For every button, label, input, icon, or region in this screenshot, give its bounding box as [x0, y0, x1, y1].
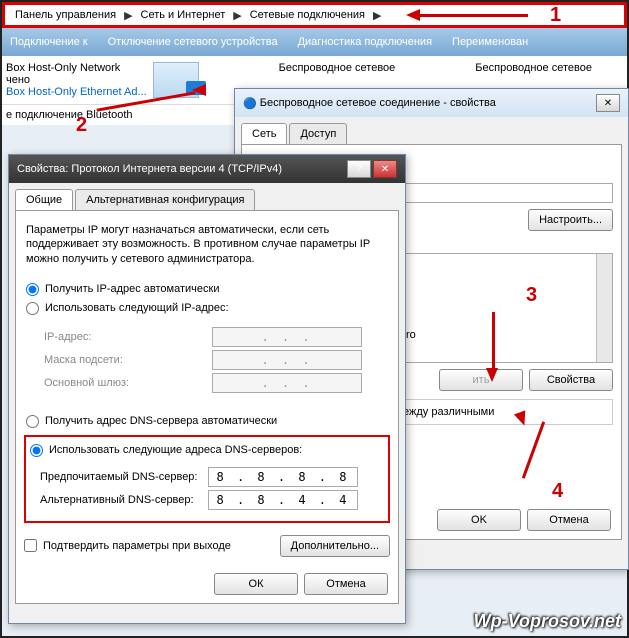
gateway-input: . . .: [212, 373, 362, 393]
info-paragraph: Параметры IP могут назначаться автоматич…: [24, 219, 390, 276]
radio-input[interactable]: [26, 283, 39, 296]
breadcrumb-item[interactable]: Панель управления: [9, 9, 122, 21]
radio-auto-dns[interactable]: Получить адрес DNS-сервера автоматически: [26, 412, 390, 431]
alternate-dns-label: Альтернативный DNS-сервер:: [40, 494, 200, 506]
toolbar-item[interactable]: Диагностика подключения: [298, 36, 432, 48]
radio-manual-ip[interactable]: Использовать следующий IP-адрес:: [26, 299, 390, 318]
tabs: Сеть Доступ: [235, 117, 628, 144]
close-button[interactable]: ✕: [373, 160, 397, 178]
ok-button[interactable]: ОК: [214, 573, 298, 595]
tab-content: Параметры IP могут назначаться автоматич…: [15, 210, 399, 604]
chevron-right-icon: ▶: [122, 9, 134, 22]
annotation-arrow: [492, 312, 495, 372]
annotation-arrow: [418, 14, 528, 17]
dialog-titlebar[interactable]: 🔵 Беспроводное сетевое соединение - свой…: [235, 89, 628, 117]
gateway-label: Основной шлюз:: [44, 377, 204, 389]
connection-item[interactable]: Box Host-Only Network чено Box Host-Only…: [6, 62, 199, 98]
radio-auto-ip[interactable]: Получить IP-адрес автоматически: [26, 280, 390, 299]
radio-input[interactable]: [30, 444, 43, 457]
preferred-dns-input[interactable]: 8 . 8 . 8 . 8: [208, 467, 358, 487]
arrow-left-icon: [406, 9, 420, 21]
advanced-button[interactable]: Дополнительно...: [280, 535, 390, 557]
dialog-title: Беспроводное сетевое соединение - свойст…: [260, 97, 496, 109]
annotation-number: 1: [550, 4, 561, 27]
connection-name: Беспроводное сетевое: [279, 62, 396, 74]
dialog-titlebar[interactable]: Свойства: Протокол Интернета версии 4 (T…: [9, 155, 405, 183]
validate-label: Подтвердить параметры при выходе: [43, 540, 231, 552]
toolbar-item[interactable]: Подключение к: [10, 36, 88, 48]
annotation-number: 4: [552, 480, 563, 503]
toolbar-item[interactable]: Отключение сетевого устройства: [108, 36, 278, 48]
connection-adapter: Box Host-Only Ethernet Ad...: [6, 86, 147, 98]
cancel-button[interactable]: Отмена: [304, 573, 388, 595]
breadcrumb-bar[interactable]: Панель управления▶ Сеть и Интернет▶ Сете…: [2, 2, 627, 28]
properties-button[interactable]: Свойства: [529, 369, 613, 391]
ok-button[interactable]: OK: [437, 509, 521, 531]
chevron-right-icon: ▶: [371, 9, 383, 22]
toolbar-item[interactable]: Переименован: [452, 36, 528, 48]
configure-button[interactable]: Настроить...: [528, 209, 613, 231]
tab-access[interactable]: Доступ: [289, 123, 347, 144]
cancel-button[interactable]: Отмена: [527, 509, 611, 531]
breadcrumb-item[interactable]: Сетевые подключения: [244, 9, 371, 21]
shield-icon: 🔵: [243, 97, 257, 110]
dialog-title: Свойства: Протокол Интернета версии 4 (T…: [17, 163, 282, 175]
tab-alt-config[interactable]: Альтернативная конфигурация: [75, 189, 255, 210]
subnet-label: Маска подсети:: [44, 354, 204, 366]
ipv4-properties-dialog: Свойства: Протокол Интернета версии 4 (T…: [8, 154, 406, 624]
tab-general[interactable]: Общие: [15, 189, 73, 210]
chevron-right-icon: ▶: [231, 9, 243, 22]
annotation-number: 2: [76, 114, 87, 137]
connection-name: Беспроводное сетевое: [475, 62, 592, 74]
annotation-number: 3: [526, 284, 537, 307]
close-button[interactable]: ✕: [596, 94, 620, 112]
radio-manual-dns[interactable]: Использовать следующие адреса DNS-сервер…: [30, 441, 384, 460]
radio-input[interactable]: [26, 302, 39, 315]
validate-checkbox[interactable]: [24, 539, 37, 552]
radio-input[interactable]: [26, 415, 39, 428]
breadcrumb-item[interactable]: Сеть и Интернет: [135, 9, 232, 21]
help-button[interactable]: ?: [347, 160, 371, 178]
ip-address-label: IP-адрес:: [44, 331, 204, 343]
arrow-down-icon: [486, 368, 498, 382]
subnet-input: . . .: [212, 350, 362, 370]
scrollbar[interactable]: [596, 254, 612, 362]
alternate-dns-input[interactable]: 8 . 8 . 4 . 4: [208, 490, 358, 510]
tab-network[interactable]: Сеть: [241, 123, 287, 144]
command-bar: Подключение к Отключение сетевого устрой…: [2, 28, 627, 56]
install-button[interactable]: ить: [439, 369, 523, 391]
connection-name: Box Host-Only Network: [6, 62, 147, 74]
ip-address-input: . . .: [212, 327, 362, 347]
arrow-right-icon: [192, 84, 206, 96]
preferred-dns-label: Предпочитаемый DNS-сервер:: [40, 471, 200, 483]
tabs: Общие Альтернативная конфигурация: [9, 183, 405, 210]
connection-status: чено: [6, 74, 147, 86]
dns-section-highlight: Использовать следующие адреса DNS-сервер…: [24, 435, 390, 523]
watermark: Wp-Voprosov.net: [474, 611, 621, 632]
